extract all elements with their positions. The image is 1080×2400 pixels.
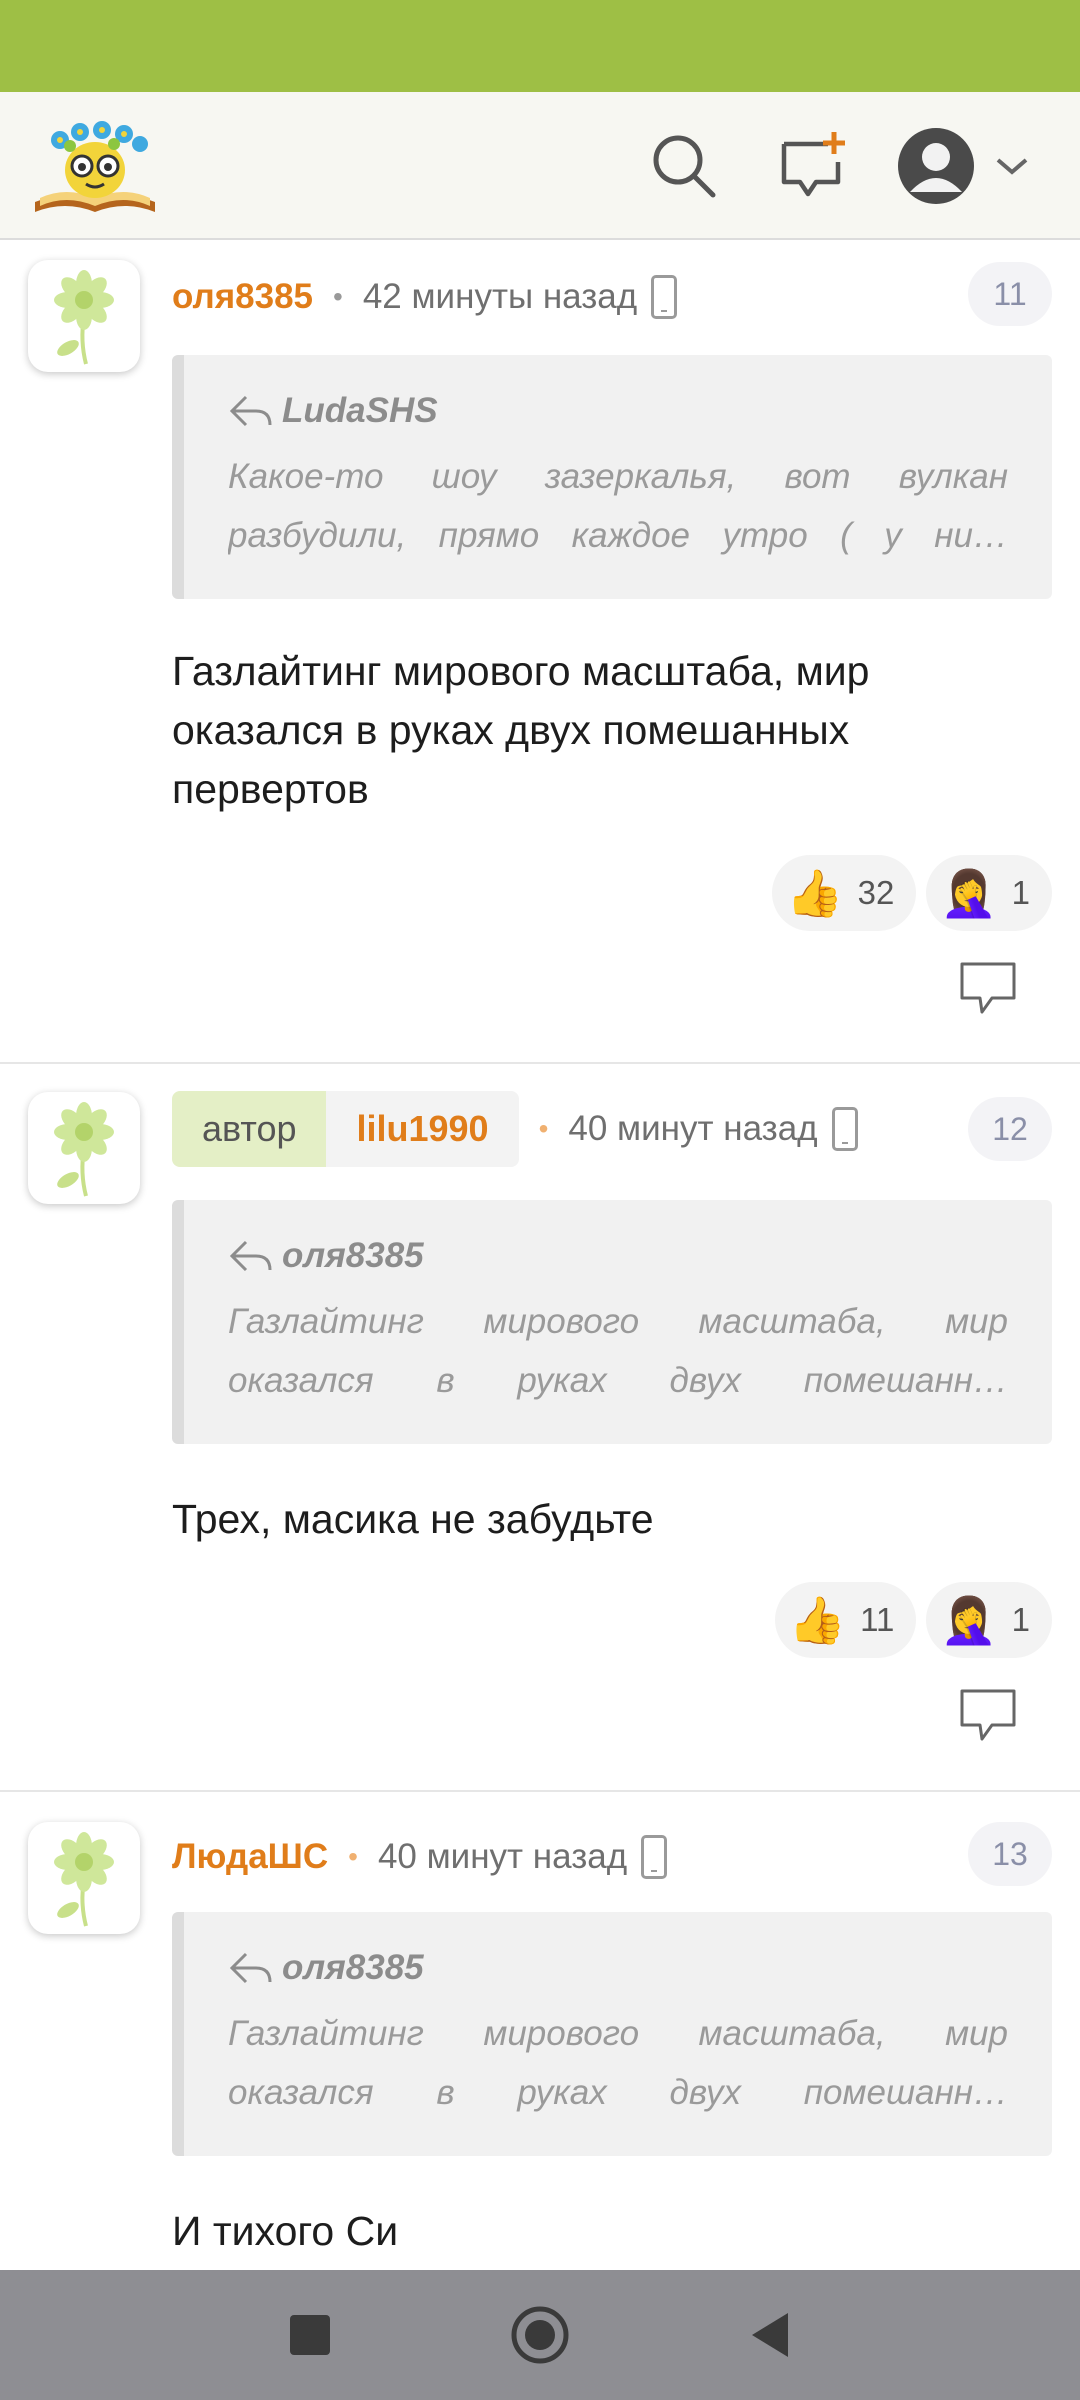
comment-text: Трех, масика не забудьте bbox=[172, 1496, 654, 1542]
recent-apps-button[interactable] bbox=[270, 2295, 350, 2375]
facepalm-count: 1 bbox=[1011, 874, 1030, 911]
quote-author: оля8385 bbox=[282, 1236, 424, 1275]
back-button[interactable] bbox=[730, 2295, 810, 2375]
mobile-device-icon bbox=[651, 275, 678, 319]
mobile-device-icon bbox=[641, 1835, 668, 1879]
system-navigation-bar bbox=[0, 2270, 1080, 2400]
reply-arrow-icon bbox=[229, 395, 272, 427]
thumbs-up-icon: 👍 bbox=[788, 1594, 847, 1646]
comment-time: 40 минут назад bbox=[377, 1837, 628, 1876]
like-reaction[interactable]: 👍 32 bbox=[772, 855, 917, 931]
reply-quote[interactable]: оля8385 Газлайтинг мирового масштаба, ми… bbox=[172, 1912, 1052, 2156]
quote-author: оля8385 bbox=[282, 1948, 424, 1987]
flower-icon bbox=[54, 1832, 114, 1927]
user-avatar[interactable] bbox=[28, 1092, 140, 1204]
user-avatar[interactable] bbox=[28, 260, 140, 372]
comment-number[interactable]: 13 bbox=[968, 1822, 1052, 1886]
facepalm-reaction[interactable]: 🤦‍♀️ 1 bbox=[926, 855, 1052, 931]
quote-text: Газлайтинг мирового масштаба, мир оказал… bbox=[228, 2014, 1008, 2112]
facepalm-reaction[interactable]: 🤦‍♀️ 1 bbox=[926, 1582, 1052, 1658]
flower-icon bbox=[54, 270, 114, 365]
user-menu[interactable] bbox=[896, 116, 1046, 216]
square-icon bbox=[290, 2315, 330, 2355]
comment: оля8385 • 42 минуты назад 11 LudaSHS Как… bbox=[0, 242, 1080, 1064]
reply-comment-icon[interactable] bbox=[958, 960, 1018, 1016]
comment-author: lilu1990 bbox=[326, 1091, 519, 1167]
user-avatar[interactable] bbox=[28, 1822, 140, 1934]
search-icon[interactable] bbox=[640, 122, 728, 210]
reply-quote[interactable]: оля8385 Газлайтинг мирового масштаба, ми… bbox=[172, 1200, 1052, 1444]
home-button[interactable] bbox=[500, 2295, 580, 2375]
thumbs-up-icon: 👍 bbox=[786, 867, 844, 919]
site-logo[interactable] bbox=[30, 110, 160, 220]
separator-dot: • bbox=[538, 1113, 549, 1144]
comment: автор lilu1990 • 40 минут назад 12 оля83… bbox=[0, 1064, 1080, 1792]
comment-number[interactable]: 11 bbox=[968, 262, 1052, 326]
like-reaction[interactable]: 👍 11 bbox=[774, 1582, 917, 1658]
facepalm-icon: 🤦‍♀️ bbox=[940, 1594, 998, 1646]
like-count: 11 bbox=[860, 1601, 895, 1638]
back-triangle-icon bbox=[752, 2313, 788, 2357]
comment-number[interactable]: 12 bbox=[968, 1097, 1052, 1161]
flower-icon bbox=[54, 1102, 114, 1197]
comment-author[interactable]: оля8385 bbox=[172, 277, 313, 317]
reply-arrow-icon bbox=[229, 1952, 272, 1984]
user-avatar-icon bbox=[898, 128, 974, 204]
author-badge[interactable]: автор lilu1990 bbox=[172, 1091, 519, 1167]
comment: ЛюдаШС • 40 минут назад 13 оля8385 Газла… bbox=[0, 1792, 1080, 2270]
quote-author: LudaSHS bbox=[282, 391, 438, 430]
author-badge-label: автор bbox=[172, 1091, 327, 1167]
comment-text: И тихого Си bbox=[172, 2208, 399, 2254]
comment-author[interactable]: ЛюдаШС bbox=[172, 1837, 328, 1877]
reply-comment-icon[interactable] bbox=[958, 1687, 1018, 1743]
separator-dot: • bbox=[348, 1841, 358, 1872]
quote-text: Какое-то шоу зазеркалья, вот вулкан разб… bbox=[228, 457, 1008, 555]
comment-feed: оля8385 • 42 минуты назад 11 LudaSHS Как… bbox=[0, 242, 1080, 2270]
new-post-icon[interactable] bbox=[770, 122, 858, 210]
like-count: 32 bbox=[857, 874, 895, 911]
comment-time: 40 минут назад bbox=[568, 1109, 818, 1148]
comment-time: 42 минуты назад bbox=[362, 277, 638, 316]
quote-text: Газлайтинг мирового масштаба, мир оказал… bbox=[228, 1302, 1008, 1400]
app-header bbox=[0, 92, 1080, 240]
facepalm-count: 1 bbox=[1011, 1601, 1030, 1638]
facepalm-icon: 🤦‍♀️ bbox=[940, 867, 998, 919]
reply-arrow-icon bbox=[229, 1240, 272, 1272]
home-circle-icon bbox=[511, 2306, 569, 2364]
mobile-device-icon bbox=[831, 1107, 858, 1151]
reply-quote[interactable]: LudaSHS Какое-то шоу зазеркалья, вот вул… bbox=[172, 355, 1052, 599]
comment-text: Газлайтинг мирового масштаба, мир оказал… bbox=[172, 648, 870, 812]
chevron-down-icon bbox=[996, 158, 1028, 175]
separator-dot: • bbox=[333, 281, 343, 312]
status-bar bbox=[0, 0, 1080, 92]
